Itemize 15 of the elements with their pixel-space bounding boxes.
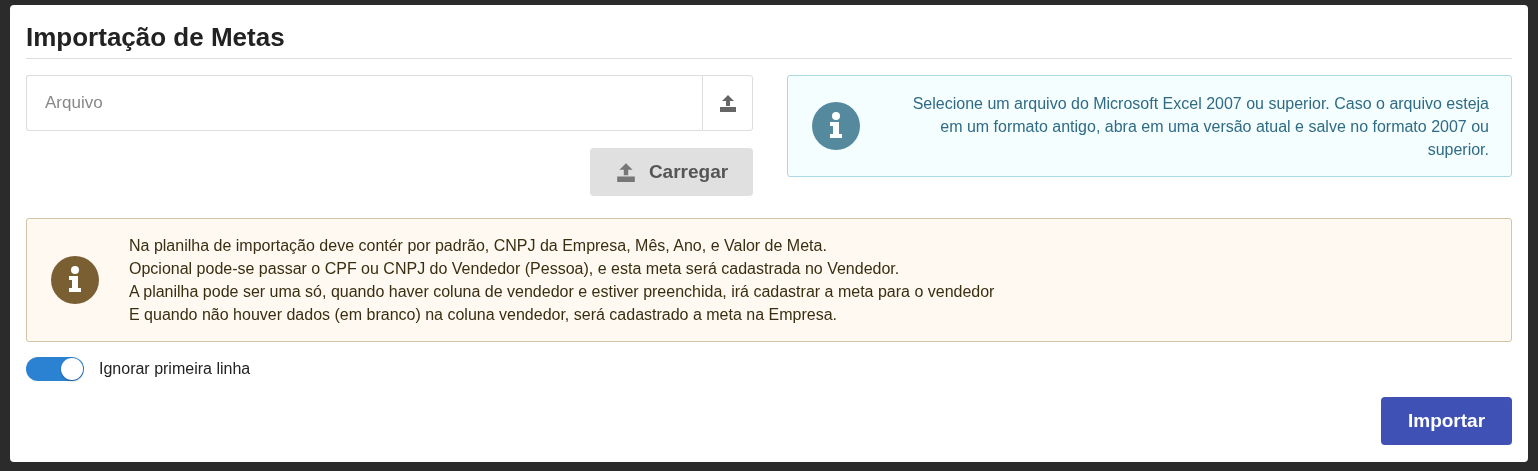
notice-text: E quando não houver dados (em branco) na coluna vendedor, será cadastrado a meta na Empresa. [129,305,838,325]
file-field[interactable]: Arquivo [26,75,702,131]
info-icon [51,256,99,304]
info-icon [812,102,860,150]
dialog-title: Importação de Metas [26,5,1512,59]
import-button[interactable]: Importar [1381,397,1512,445]
toggle-label: Ignorar primeira linha [99,360,251,378]
notice-text: Na planilha de importação deve contér por padrão, CNPJ da Empresa, Mês, Ano, e Valor de Meta. [129,236,828,256]
notice-text: A planilha pode ser uma só, quando haver coluna de vendedor e estiver preenchida, irá cadastrar a meta para o vendedor [129,282,995,302]
upload-icon [614,161,637,183]
info-text: Selecione um arquivo do Microsoft Excel 2007 ou superior. Caso o arquivo esteja em um formato antigo, abra em uma versão atual e salve no formato 2007 ou superior. [911,93,1489,160]
toggle-switch[interactable] [26,357,84,381]
notice-text: Opcional pode-se passar o CPF ou CNPJ do Vendedor (Pessoa), e esta meta será cadastrada no Vendedor. [129,259,901,279]
browse-button[interactable] [702,75,753,131]
upload-icon [717,93,738,113]
